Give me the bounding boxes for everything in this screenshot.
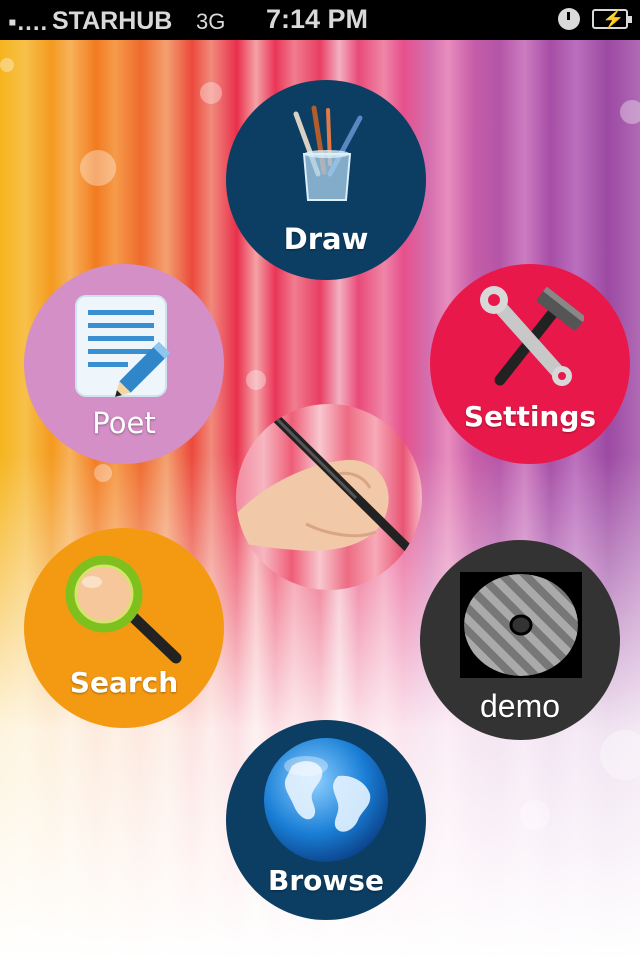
notepad-pencil-icon — [75, 295, 171, 397]
status-time: 7:14 PM — [266, 4, 369, 34]
demo-label: demo — [479, 688, 561, 724]
demo-button[interactable]: demo — [420, 540, 620, 740]
magnifier-icon — [65, 555, 182, 664]
network-type: 3G — [196, 9, 226, 34]
poet-button[interactable]: Poet — [24, 264, 224, 464]
paintbrush-jar-icon — [293, 105, 363, 201]
disc-icon — [460, 572, 582, 678]
hand-writing-pen-image — [236, 404, 422, 590]
settings-label: Settings — [463, 400, 597, 433]
search-label: Search — [69, 666, 179, 699]
carrier-name: STARHUB — [52, 7, 173, 35]
battery-charging-icon: ⚡ — [592, 9, 632, 29]
settings-button[interactable]: Settings — [430, 264, 630, 464]
search-button[interactable]: Search — [24, 528, 224, 728]
draw-label: Draw — [283, 222, 369, 256]
clock-icon — [558, 8, 580, 30]
draw-button[interactable]: Draw — [226, 80, 426, 280]
wrench-hammer-icon — [480, 286, 584, 386]
browse-label: Browse — [268, 864, 384, 897]
signal-strength: ▪.... — [8, 9, 49, 36]
browse-button[interactable]: Browse — [226, 720, 426, 920]
poet-label: Poet — [92, 406, 156, 440]
status-bar: ▪.... STARHUB 3G 7:14 PM ⚡ — [0, 0, 640, 40]
globe-icon — [264, 738, 388, 862]
